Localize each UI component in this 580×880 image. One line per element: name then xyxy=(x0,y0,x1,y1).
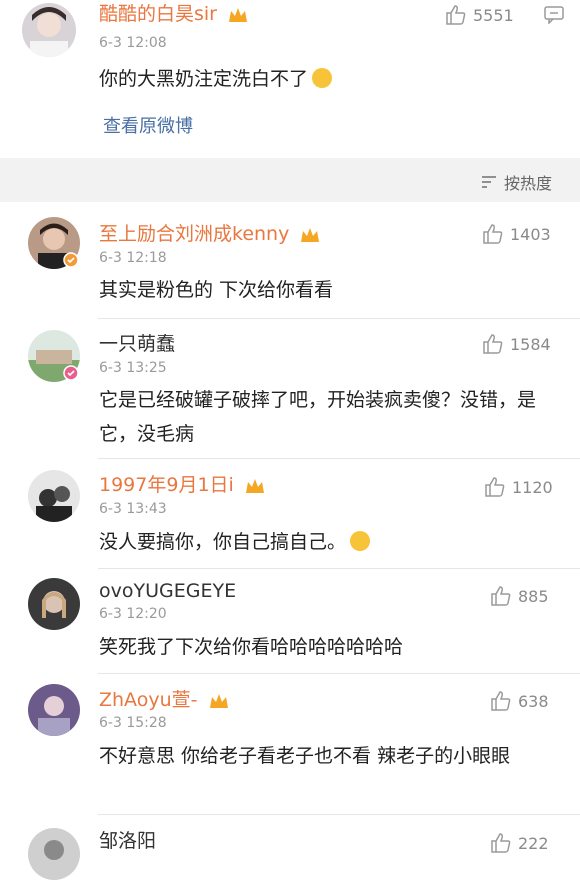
header-username[interactable]: 酷酷的白昊sir xyxy=(99,3,249,25)
sort-by-hot-button[interactable]: 按热度 xyxy=(481,170,552,194)
vip-crown-icon xyxy=(209,693,228,708)
comment-username[interactable]: ZhAoyu萱- xyxy=(99,689,230,711)
vip-crown-icon xyxy=(229,7,248,22)
avatar[interactable] xyxy=(28,828,80,880)
thumbs-up-icon xyxy=(485,477,505,497)
comment-text: 其实是粉色的 下次给你看看 xyxy=(99,279,334,301)
comment-time: 6-3 12:20 xyxy=(99,606,167,622)
divider xyxy=(98,318,580,319)
verified-badge-icon xyxy=(63,365,79,381)
thumbs-up-icon xyxy=(491,586,511,606)
comment-text: 不好意思 你给老子看老子也不看 辣老子的小眼眼 xyxy=(99,745,511,767)
comment-time: 6-3 13:25 xyxy=(99,360,167,376)
like-button[interactable]: 222 xyxy=(490,832,549,854)
comment-icon[interactable] xyxy=(544,6,564,24)
avatar[interactable] xyxy=(28,470,80,522)
comment-time: 6-3 15:28 xyxy=(99,715,167,731)
view-original-weibo-link[interactable]: 查看原微博 xyxy=(103,112,193,138)
comment-text: 笑死我了下次给你看哈哈哈哈哈哈哈 xyxy=(99,636,404,658)
thumbs-up-icon xyxy=(491,833,511,853)
thumbs-up-icon xyxy=(483,224,503,244)
thumbs-up-icon xyxy=(483,334,503,354)
comment-username[interactable]: 邹洛阳 xyxy=(99,830,156,852)
avatar[interactable] xyxy=(28,684,80,736)
like-button[interactable]: 1584 xyxy=(482,333,551,355)
comment-time: 6-3 13:43 xyxy=(99,501,167,517)
thumbs-up-icon xyxy=(446,5,466,25)
header-time: 6-3 12:08 xyxy=(99,35,167,51)
comment-username[interactable]: ovoYUGEGEYE xyxy=(99,580,236,602)
comment-text: 没人要搞你，你自己搞自己。 xyxy=(99,525,371,559)
divider xyxy=(98,814,580,815)
smile-emoji-icon xyxy=(350,531,371,551)
comment-username[interactable]: 至上励合刘洲成kenny xyxy=(99,223,321,245)
thumbs-up-icon xyxy=(491,691,511,711)
sort-icon xyxy=(482,176,496,188)
avatar[interactable] xyxy=(28,578,80,630)
like-button[interactable]: 1403 xyxy=(482,223,551,245)
header-like-button[interactable]: 5551 xyxy=(445,4,514,26)
comment-time: 6-3 12:18 xyxy=(99,250,167,266)
divider xyxy=(98,568,580,569)
verified-badge-icon xyxy=(63,252,79,268)
smile-emoji-icon xyxy=(312,68,333,88)
divider xyxy=(98,673,580,674)
header-comment-text: 你的大黑奶注定洗白不了 xyxy=(99,62,333,96)
divider xyxy=(98,458,580,459)
comment-username[interactable]: 1997年9月1日i xyxy=(99,474,266,496)
like-button[interactable]: 1120 xyxy=(484,476,553,498)
comment-text: 它是已经破罐子破摔了吧，开始装疯卖傻？没错，是它，没毛病 xyxy=(99,389,537,445)
vip-crown-icon xyxy=(301,227,320,242)
like-button[interactable]: 638 xyxy=(490,690,549,712)
avatar[interactable] xyxy=(22,3,76,57)
like-button[interactable]: 885 xyxy=(490,585,549,607)
comment-username[interactable]: 一只萌蠢 xyxy=(99,333,175,355)
vip-crown-icon xyxy=(245,478,264,493)
